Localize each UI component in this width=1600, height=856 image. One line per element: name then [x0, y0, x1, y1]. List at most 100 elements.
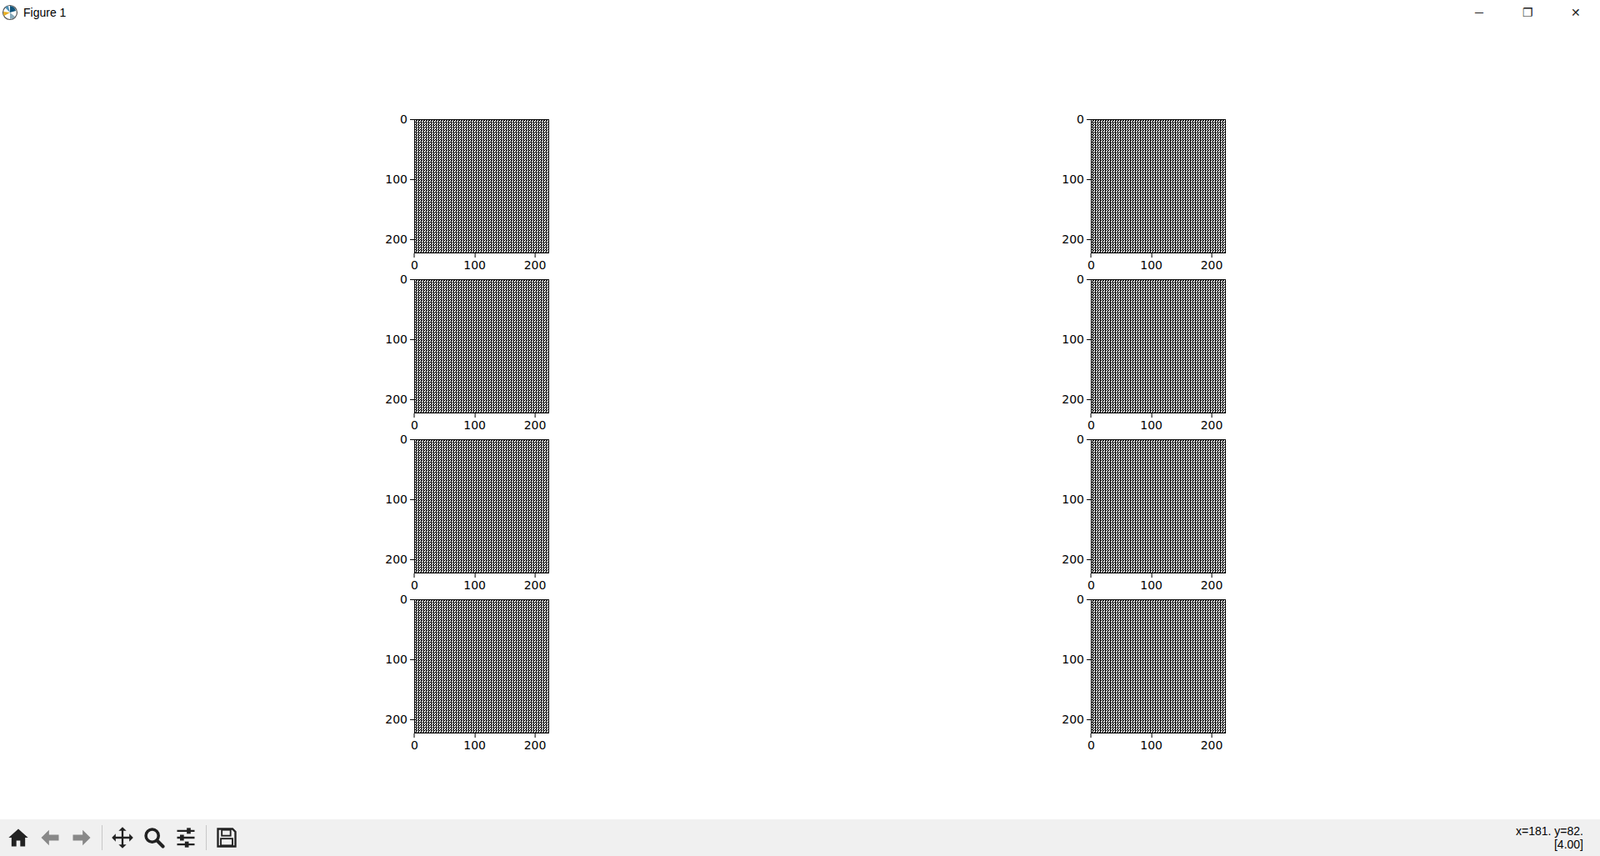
x-tick-label: 0 — [1087, 257, 1095, 272]
x-tick: 100 — [1140, 413, 1163, 432]
pan-button[interactable] — [107, 822, 138, 853]
axes: 01002000100200 — [1090, 279, 1226, 414]
y-tick-label: 200 — [1061, 712, 1087, 726]
x-tick: 100 — [463, 253, 486, 272]
window-control-button[interactable]: ❐ — [1503, 0, 1552, 25]
y-tick: 200 — [385, 392, 415, 406]
y-tick: 0 — [400, 592, 415, 606]
y-tick-label: 0 — [1076, 112, 1087, 126]
y-tick-label: 0 — [400, 592, 410, 606]
y-tick-label: 100 — [1061, 492, 1087, 506]
back-button[interactable] — [35, 822, 65, 853]
x-tick-label: 100 — [463, 737, 486, 752]
y-tick: 100 — [385, 332, 415, 346]
x-tick-label: 200 — [524, 417, 547, 432]
floppy-disk-icon — [215, 825, 239, 850]
magnifier-icon — [142, 825, 166, 850]
y-tick: 100 — [385, 172, 415, 186]
sliders-icon — [174, 825, 198, 850]
x-tick: 0 — [1087, 733, 1095, 752]
x-tick-label: 0 — [410, 737, 419, 752]
x-tick: 200 — [524, 253, 547, 272]
x-tick-label: 0 — [1087, 737, 1095, 752]
x-tick-label: 200 — [1200, 257, 1224, 272]
subplot: 01002000100200 — [1090, 119, 1226, 280]
y-tick-label: 200 — [385, 232, 410, 246]
forward-button[interactable] — [66, 822, 97, 853]
subplot: 01002000100200 — [1090, 279, 1226, 440]
x-tick-label: 0 — [410, 257, 419, 272]
y-tick: 100 — [1061, 492, 1091, 506]
x-tick: 200 — [524, 733, 547, 752]
zoom-button[interactable] — [139, 822, 170, 853]
y-tick: 100 — [385, 492, 415, 506]
window-control-button[interactable]: ✕ — [1551, 0, 1600, 25]
y-tick: 200 — [1061, 712, 1091, 726]
y-tick: 0 — [1076, 272, 1091, 286]
x-tick: 0 — [1087, 253, 1095, 272]
move-icon — [110, 825, 135, 850]
x-tick-label: 100 — [1140, 417, 1163, 432]
y-tick: 0 — [400, 112, 415, 126]
x-tick-label: 200 — [524, 737, 547, 752]
forward-arrow-icon — [70, 825, 94, 850]
x-tick-label: 100 — [463, 577, 486, 592]
y-tick-label: 100 — [385, 332, 410, 346]
y-tick-label: 0 — [1076, 432, 1087, 446]
y-tick: 200 — [385, 712, 415, 726]
y-tick: 0 — [1076, 112, 1091, 126]
home-button[interactable] — [3, 822, 34, 853]
y-tick-label: 200 — [1061, 392, 1087, 406]
x-tick-label: 100 — [1140, 577, 1163, 592]
axes: 01002000100200 — [414, 599, 550, 734]
axes: 01002000100200 — [1090, 599, 1226, 734]
binary-image — [1090, 279, 1226, 414]
subplot: 01002000100200 — [1090, 599, 1226, 760]
axes: 01002000100200 — [414, 439, 550, 574]
subplot: 01002000100200 — [414, 599, 550, 760]
x-tick: 0 — [1087, 573, 1095, 592]
binary-image — [1090, 439, 1226, 574]
x-tick: 100 — [463, 413, 486, 432]
y-tick-label: 0 — [400, 432, 410, 446]
y-tick-label: 100 — [385, 172, 410, 186]
y-tick: 0 — [400, 432, 415, 446]
save-button[interactable] — [211, 822, 242, 853]
x-tick-label: 0 — [410, 417, 419, 432]
binary-image — [1090, 599, 1226, 734]
y-tick: 100 — [385, 652, 415, 666]
y-tick-label: 100 — [385, 492, 410, 506]
y-tick: 100 — [1061, 172, 1091, 186]
configure-button[interactable] — [170, 822, 201, 853]
binary-image — [414, 439, 550, 574]
y-tick-label: 200 — [1061, 552, 1087, 566]
y-tick: 0 — [400, 272, 415, 286]
y-tick: 200 — [1061, 392, 1091, 406]
x-tick: 100 — [1140, 733, 1163, 752]
x-tick: 0 — [410, 573, 419, 592]
x-tick: 100 — [1140, 573, 1163, 592]
binary-image — [1090, 119, 1226, 254]
y-tick-label: 0 — [1076, 592, 1087, 606]
y-tick-label: 200 — [385, 712, 410, 726]
matplotlib-icon — [1, 4, 19, 21]
x-tick: 0 — [410, 733, 419, 752]
x-tick-label: 200 — [524, 577, 547, 592]
window-title: Figure 1 — [23, 5, 66, 20]
y-tick: 200 — [385, 232, 415, 246]
x-tick: 0 — [410, 253, 419, 272]
x-tick: 200 — [1200, 573, 1224, 592]
x-tick: 100 — [463, 573, 486, 592]
x-tick-label: 100 — [463, 417, 486, 432]
x-tick: 200 — [524, 413, 547, 432]
subplot: 01002000100200 — [414, 279, 550, 440]
x-tick-label: 200 — [524, 257, 547, 272]
y-tick: 100 — [1061, 332, 1091, 346]
window-control-button[interactable]: ─ — [1455, 0, 1504, 25]
home-icon — [6, 825, 30, 850]
cursor-status: x=181. y=82.[4.00] — [1515, 824, 1600, 851]
x-tick-label: 0 — [1087, 577, 1095, 592]
y-tick-label: 100 — [1061, 172, 1087, 186]
y-tick-label: 100 — [385, 652, 410, 666]
y-tick: 200 — [385, 552, 415, 566]
